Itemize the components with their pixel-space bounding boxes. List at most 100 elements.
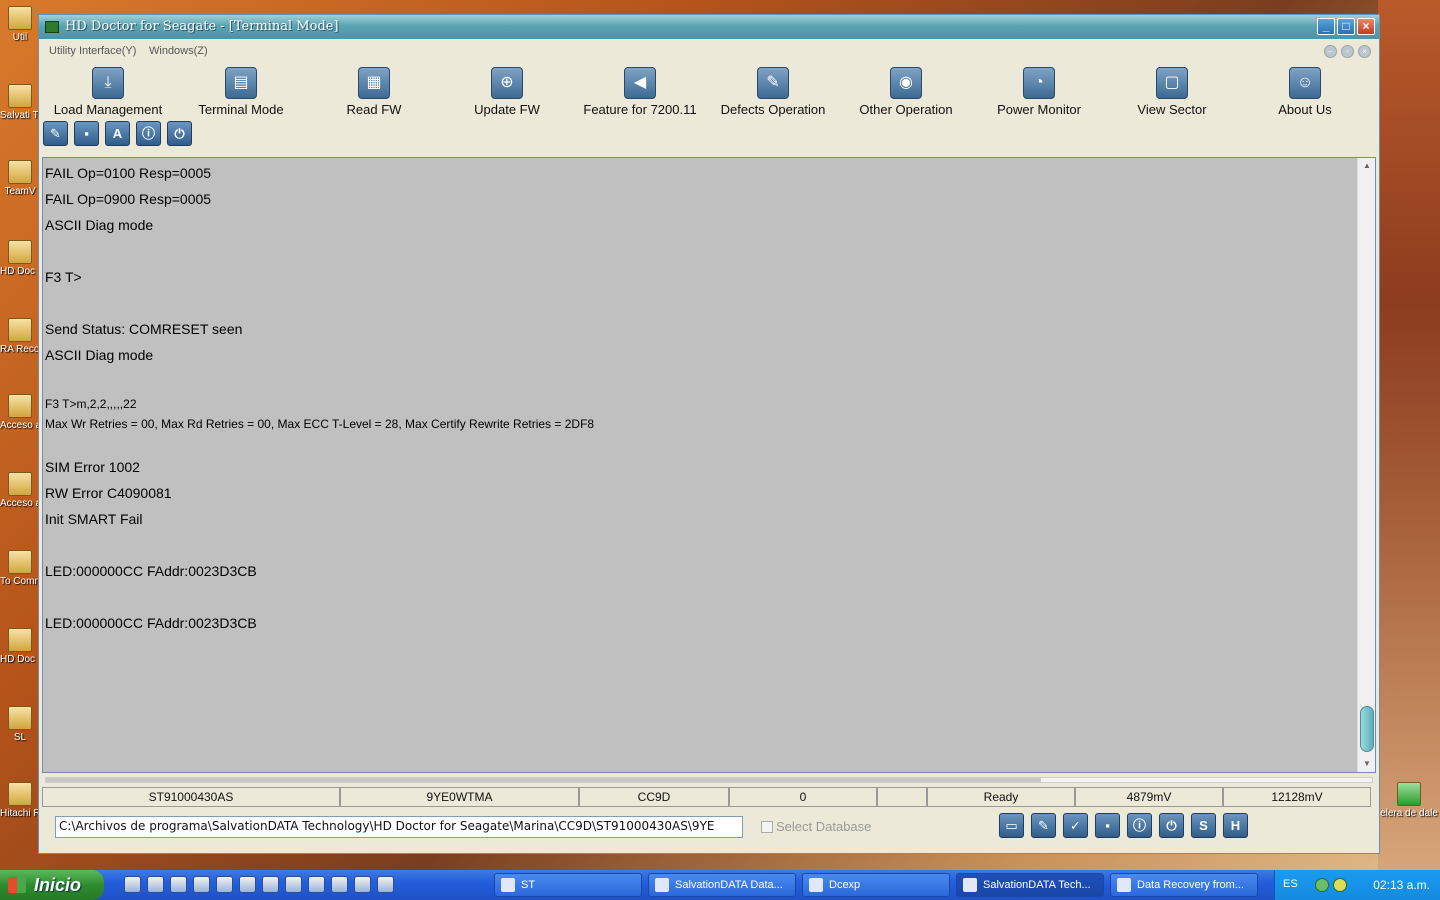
edit-icon[interactable]: ✎: [1031, 813, 1056, 838]
toolbar-read-fw-button[interactable]: ▦ Read FW: [299, 67, 449, 117]
edit-icon[interactable]: ✎: [43, 121, 68, 146]
desktop-shortcut-icon: [8, 706, 32, 730]
network-icon[interactable]: [1315, 878, 1329, 892]
desktop-icon[interactable]: To Comm: [0, 550, 40, 587]
scroll-thumb[interactable]: [1360, 706, 1374, 752]
app5-icon[interactable]: [331, 876, 348, 893]
toolbar-load-management-button[interactable]: ⤓ Load Management: [33, 67, 183, 117]
app6-icon[interactable]: [354, 876, 371, 893]
terminal-output[interactable]: FAIL Op=0100 Resp=0005 FAIL Op=0900 Resp…: [42, 157, 1376, 773]
save-icon[interactable]: ▪: [1095, 813, 1120, 838]
app3-icon[interactable]: [285, 876, 302, 893]
toolbar-terminal-button[interactable]: ▤ Terminal Mode: [166, 67, 316, 117]
maximize-button[interactable]: □: [1337, 18, 1355, 35]
scroll-up-icon[interactable]: ▲: [1360, 160, 1374, 172]
task-data-recovery[interactable]: Data Recovery from...: [1110, 873, 1258, 897]
task-dcexp[interactable]: Dcexp: [802, 873, 950, 897]
toolbar-defects-button[interactable]: ✎ Defects Operation: [698, 67, 848, 117]
scroll-down-icon[interactable]: ▼: [1360, 758, 1374, 770]
terminal-line: RW Error C4090081: [45, 485, 172, 501]
menu-utility-interface[interactable]: Utility Interface(Y): [49, 45, 136, 57]
checkbox-icon[interactable]: [761, 821, 773, 833]
info-icon[interactable]: ⓘ: [136, 121, 161, 146]
desktop-icon-label: Acceso a Cryst: [0, 420, 40, 431]
path-input[interactable]: C:\Archivos de programa\SalvationDATA Te…: [55, 816, 743, 838]
title-bar[interactable]: HD Doctor for Seagate - [Terminal Mode] …: [39, 15, 1379, 39]
desktop-icon[interactable]: Acceso a Cryst: [0, 394, 40, 431]
minimize-button[interactable]: _: [1317, 18, 1335, 35]
save-icon[interactable]: ▪: [74, 121, 99, 146]
power-icon[interactable]: ⏻: [1159, 813, 1184, 838]
firefox-icon[interactable]: [216, 876, 233, 893]
mdi-restore-icon[interactable]: ▫: [1341, 45, 1354, 58]
desktop-icon-label: elera de dale: [1380, 808, 1438, 819]
progress-bar: [45, 777, 1373, 783]
check-icon[interactable]: ✓: [1063, 813, 1088, 838]
select-database-checkbox[interactable]: Select Database: [761, 819, 871, 834]
toolbar-disc-button[interactable]: ◉ Other Operation: [831, 67, 981, 117]
folder-icon[interactable]: [170, 876, 187, 893]
info-icon[interactable]: ⓘ: [1127, 813, 1152, 838]
toolbar-update-fw-button[interactable]: ⊕ Update FW: [432, 67, 582, 117]
folder2-icon[interactable]: [193, 876, 210, 893]
task-st[interactable]: ST: [494, 873, 642, 897]
font-icon[interactable]: A: [105, 121, 130, 146]
desktop-icon[interactable]: Hitachi Repai: [0, 782, 40, 819]
desktop-icon[interactable]: elera de dale: [1378, 782, 1440, 819]
toolbar-label: Load Management: [53, 102, 163, 117]
desktop-icon[interactable]: RA Recor: [0, 318, 40, 355]
vertical-scrollbar[interactable]: ▲ ▼: [1357, 158, 1375, 772]
toolbar-label: Power Monitor: [997, 102, 1081, 117]
app2-icon[interactable]: [262, 876, 279, 893]
h-icon[interactable]: H: [1223, 813, 1248, 838]
toolbar-about-button[interactable]: ☺ About Us: [1230, 67, 1380, 117]
defects-icon: ✎: [757, 67, 789, 99]
desktop-icon[interactable]: HD Doc Wester: [0, 628, 40, 665]
power-icon[interactable]: ⏻: [167, 121, 192, 146]
status-cell: [877, 787, 927, 807]
desktop-shortcut-icon: [8, 160, 32, 184]
desktop-icon[interactable]: HD Doc Hita: [0, 240, 40, 277]
desktop-icon[interactable]: SL: [0, 706, 40, 743]
toolbar-view-sector-button[interactable]: ▢ View Sector: [1097, 67, 1247, 117]
app4-icon[interactable]: [308, 876, 325, 893]
toolbar-label: Read FW: [346, 102, 402, 117]
task-salvationdata-tech[interactable]: SalvationDATA Tech...: [956, 873, 1104, 897]
app7-icon[interactable]: [377, 876, 394, 893]
desktop-icon-label: HD Doc Wester: [0, 654, 40, 665]
toolbar-feature-button[interactable]: ◀ Feature for 7200.11: [565, 67, 715, 117]
status-cell: ST91000430AS: [42, 787, 340, 807]
app1-icon[interactable]: [239, 876, 256, 893]
main-toolbar: ⤓ Load Management ▤ Terminal Mode ▦ Read FW ⊕ U…: [39, 63, 1379, 119]
menu-windows[interactable]: Windows(Z): [149, 45, 208, 57]
language-indicator[interactable]: ES: [1283, 878, 1298, 890]
folder-icon[interactable]: ▭: [999, 813, 1024, 838]
browser-icon[interactable]: [147, 876, 164, 893]
app-icon: [45, 21, 59, 33]
mdi-minimize-icon[interactable]: –: [1324, 45, 1337, 58]
start-button[interactable]: Inicio: [0, 870, 104, 900]
s-icon[interactable]: S: [1191, 813, 1216, 838]
desktop-icon-label: TeamV: [4, 186, 36, 197]
desktop-icon[interactable]: Util: [0, 6, 40, 43]
toolbar-power-monitor-button[interactable]: ◔ Power Monitor: [964, 67, 1114, 117]
desktop-shortcut-icon: [8, 318, 32, 342]
desktop-icon[interactable]: TeamV: [0, 160, 40, 197]
mdi-close-icon[interactable]: ×: [1358, 45, 1371, 58]
desktop-icon[interactable]: Acceso a testd: [0, 472, 40, 509]
hd-doctor-window: HD Doctor for Seagate - [Terminal Mode] …: [38, 14, 1380, 854]
ie-icon[interactable]: [124, 876, 141, 893]
toolbar-label: View Sector: [1137, 102, 1207, 117]
update-fw-icon: ⊕: [491, 67, 523, 99]
close-button[interactable]: ×: [1357, 18, 1375, 35]
toolbar-label: Update FW: [474, 102, 540, 117]
view-sector-icon: ▢: [1156, 67, 1188, 99]
task-salvationdata-data[interactable]: SalvationDATA Data...: [648, 873, 796, 897]
load-management-icon: ⤓: [92, 67, 124, 99]
security-icon[interactable]: [1333, 878, 1347, 892]
